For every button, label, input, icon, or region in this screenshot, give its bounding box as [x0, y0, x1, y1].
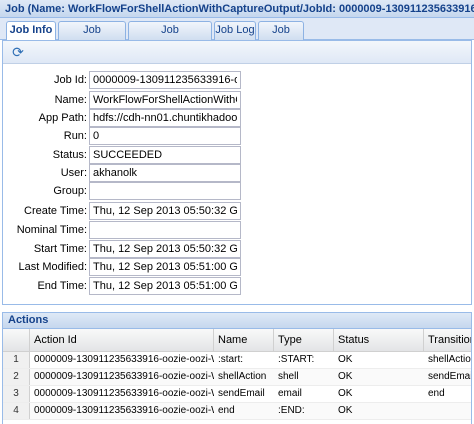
column-header-name[interactable]: Name — [214, 329, 274, 351]
action-id-cell: 0000009-130911235633916-oozie-oozi-W@:st… — [34, 354, 214, 365]
name-field[interactable] — [89, 91, 241, 109]
last-modified-label: Last Modified: — [18, 261, 87, 273]
end-time-label: End Time: — [37, 280, 87, 292]
actions-panel-title: Actions — [2, 312, 472, 329]
app-path-label: App Path: — [38, 112, 87, 124]
type-cell: :END: — [278, 405, 305, 416]
table-row[interactable]: 2 0000009-130911235633916-oozie-oozi-W@s… — [3, 369, 471, 386]
last-modified-field[interactable] — [89, 258, 241, 276]
group-field[interactable] — [89, 182, 241, 200]
name-cell: shellAction — [218, 371, 267, 382]
action-id-cell: 0000009-130911235633916-oozie-oozi-W@end — [34, 405, 214, 416]
transition-cell — [424, 403, 471, 419]
create-time-label: Create Time: — [24, 205, 87, 217]
status-cell: OK — [338, 371, 353, 382]
row-number-header — [3, 329, 30, 351]
status-label: Status: — [52, 149, 87, 161]
tab-job-dag[interactable]: Job DAG — [258, 21, 304, 53]
tab-job-log[interactable]: Job Log — [214, 21, 256, 40]
action-id-cell: 0000009-130911235633916-oozie-oozi-W@she… — [34, 371, 214, 382]
tab-job-info[interactable]: Job Info — [6, 21, 56, 41]
action-id-cell: 0000009-130911235633916-oozie-oozi-W@sen… — [34, 388, 214, 399]
run-label: Run: — [63, 130, 87, 142]
job-id-label: Job Id: — [53, 74, 87, 86]
column-header-type[interactable]: Type — [274, 329, 334, 351]
app-path-field[interactable] — [89, 109, 241, 127]
name-cell: end — [218, 405, 235, 416]
create-time-field[interactable] — [89, 202, 241, 220]
end-time-field[interactable] — [89, 277, 241, 295]
type-cell: email — [278, 388, 302, 399]
status-cell: OK — [338, 405, 353, 416]
name-label: Name: — [54, 94, 87, 106]
column-header-transition[interactable]: Transition — [424, 329, 471, 351]
actions-grid-header: Action Id Name Type Status Transition — [3, 329, 471, 352]
status-field[interactable] — [89, 146, 241, 164]
type-cell: shell — [278, 371, 299, 382]
job-info-toolbar: ⟳ — [3, 41, 471, 64]
column-header-action-id[interactable]: Action Id — [30, 329, 214, 351]
actions-grid: Action Id Name Type Status Transition 1 … — [2, 329, 472, 424]
type-cell: :START: — [278, 354, 315, 365]
table-row[interactable]: 4 0000009-130911235633916-oozie-oozi-W@e… — [3, 403, 471, 420]
refresh-icon[interactable]: ⟳ — [10, 44, 26, 60]
row-number: 2 — [3, 369, 30, 385]
window-title: Job (Name: WorkFlowForShellActionWithCap… — [0, 0, 474, 18]
user-label: User: — [60, 167, 87, 179]
status-cell: OK — [338, 388, 353, 399]
start-time-field[interactable] — [89, 240, 241, 258]
tab-job-configuration[interactable]: Job Configuration — [128, 21, 212, 53]
nominal-time-field[interactable] — [89, 221, 241, 239]
table-row[interactable]: 1 0000009-130911235633916-oozie-oozi-W@:… — [3, 352, 471, 369]
tab-bar: Job Info Job Definition Job Configuratio… — [0, 18, 474, 53]
job-id-field[interactable] — [89, 71, 241, 89]
transition-cell: shellAction — [428, 354, 472, 365]
run-field[interactable] — [89, 127, 241, 145]
start-time-label: Start Time: — [33, 243, 87, 255]
name-cell: sendEmail — [218, 388, 265, 399]
transition-cell: end — [428, 388, 445, 399]
row-number: 3 — [3, 386, 30, 402]
nominal-time-label: Nominal Time: — [16, 224, 87, 236]
row-number: 1 — [3, 352, 30, 368]
transition-cell: sendEmail — [428, 371, 472, 382]
status-cell: OK — [338, 354, 353, 365]
tab-job-definition[interactable]: Job Definition — [58, 21, 126, 53]
column-header-status[interactable]: Status — [334, 329, 424, 351]
table-row[interactable]: 3 0000009-130911235633916-oozie-oozi-W@s… — [3, 386, 471, 403]
row-number: 4 — [3, 403, 30, 419]
group-label: Group: — [53, 185, 87, 197]
user-field[interactable] — [89, 164, 241, 182]
job-info-panel: ⟳ Job Id: Name: App Path: Run: Status: U… — [2, 40, 472, 305]
name-cell: :start: — [218, 354, 244, 365]
